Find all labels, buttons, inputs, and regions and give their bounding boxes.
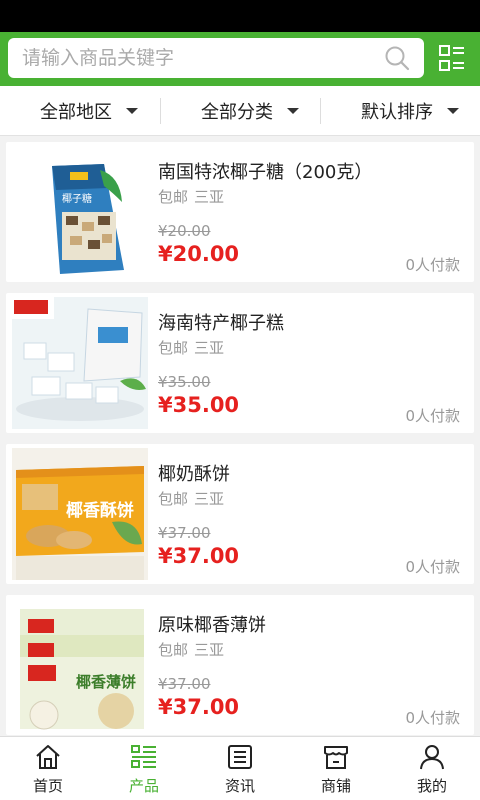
product-image: 椰子糖 — [12, 146, 148, 278]
shipping-label: 包邮 — [158, 188, 189, 206]
product-title: 原味椰香薄饼 — [158, 615, 266, 636]
search-icon[interactable] — [384, 45, 410, 71]
filter-sort-label: 默认排序 — [361, 102, 433, 123]
sale-price: ¥20.00 — [158, 242, 240, 266]
header-bar — [0, 32, 480, 86]
search-input[interactable] — [22, 38, 382, 78]
shipping-label: 包邮 — [158, 490, 189, 508]
original-price: ¥20.00 — [158, 222, 211, 240]
payment-count: 0人付款 — [405, 709, 460, 727]
payment-count: 0人付款 — [405, 407, 460, 425]
product-list[interactable]: 椰子糖 南国特浓椰子糖（200克） 包邮 三亚 ¥20.00 ¥20.00 0人付… — [0, 142, 480, 736]
caret-down-icon — [287, 108, 299, 114]
home-icon — [36, 745, 60, 769]
tab-products[interactable]: 产品 — [96, 737, 192, 800]
filter-category-label: 全部分类 — [201, 102, 273, 123]
filter-category[interactable]: 全部分类 — [201, 86, 299, 136]
search-box[interactable] — [8, 38, 424, 78]
product-location: 包邮 三亚 — [158, 639, 230, 660]
sale-price: ¥37.00 — [158, 544, 240, 568]
tab-news[interactable]: 资讯 — [192, 737, 288, 800]
filter-region[interactable]: 全部地区 — [40, 86, 138, 136]
payment-count: 0人付款 — [405, 256, 460, 274]
news-icon — [228, 745, 252, 769]
caret-down-icon — [447, 108, 459, 114]
user-icon — [420, 745, 444, 770]
product-location: 包邮 三亚 — [158, 186, 230, 207]
filter-sort[interactable]: 默认排序 — [361, 86, 459, 136]
product-card[interactable]: 椰香酥饼 椰奶酥饼 包邮 三亚 ¥37.00 ¥37.00 0人付款 — [6, 444, 474, 584]
city-label: 三亚 — [194, 188, 225, 206]
product-location: 包邮 三亚 — [158, 488, 230, 509]
divider — [160, 98, 161, 124]
tab-shops-label: 商铺 — [320, 777, 351, 795]
product-title: 海南特产椰子糕 — [158, 313, 284, 334]
tab-products-label: 产品 — [128, 777, 159, 795]
sale-price: ¥37.00 — [158, 695, 240, 719]
shop-icon — [324, 746, 348, 769]
filter-region-label: 全部地区 — [40, 102, 112, 123]
product-card[interactable]: 椰子糖 南国特浓椰子糖（200克） 包邮 三亚 ¥20.00 ¥20.00 0人付… — [6, 142, 474, 282]
original-price: ¥35.00 — [158, 373, 211, 391]
product-image: 椰香薄饼 — [12, 599, 148, 731]
city-label: 三亚 — [194, 339, 225, 357]
product-title: 椰奶酥饼 — [158, 464, 230, 485]
city-label: 三亚 — [194, 490, 225, 508]
tab-news-label: 资讯 — [224, 777, 255, 795]
shipping-label: 包邮 — [158, 641, 189, 659]
product-location: 包邮 三亚 — [158, 337, 230, 358]
category-grid-icon[interactable] — [438, 44, 466, 72]
sale-price: ¥35.00 — [158, 393, 240, 417]
product-image: 椰香酥饼 — [12, 448, 148, 580]
status-bar — [0, 0, 480, 32]
svg-text:椰子糖: 椰子糖 — [62, 192, 92, 205]
original-price: ¥37.00 — [158, 524, 211, 542]
product-list-icon — [131, 745, 156, 768]
tab-mine[interactable]: 我的 — [384, 737, 480, 800]
product-card[interactable]: 椰香薄饼 原味椰香薄饼 包邮 三亚 ¥37.00 ¥37.00 0人付款 — [6, 595, 474, 735]
product-image — [12, 297, 148, 429]
payment-count: 0人付款 — [405, 558, 460, 576]
divider — [320, 98, 321, 124]
shipping-label: 包邮 — [158, 339, 189, 357]
tab-mine-label: 我的 — [416, 777, 447, 795]
svg-text:椰香薄饼: 椰香薄饼 — [76, 673, 136, 691]
tab-home-label: 首页 — [32, 777, 63, 795]
caret-down-icon — [126, 108, 138, 114]
product-title: 南国特浓椰子糖（200克） — [158, 162, 373, 183]
original-price: ¥37.00 — [158, 675, 211, 693]
city-label: 三亚 — [194, 641, 225, 659]
filter-bar: 全部地区 全部分类 默认排序 — [0, 86, 480, 136]
tab-home[interactable]: 首页 — [0, 737, 96, 800]
svg-text:椰香酥饼: 椰香酥饼 — [66, 500, 134, 521]
product-card[interactable]: 海南特产椰子糕 包邮 三亚 ¥35.00 ¥35.00 0人付款 — [6, 293, 474, 433]
tab-shops[interactable]: 商铺 — [288, 737, 384, 800]
bottom-tab-bar: 首页 产品 资讯 商铺 我的 — [0, 736, 480, 800]
